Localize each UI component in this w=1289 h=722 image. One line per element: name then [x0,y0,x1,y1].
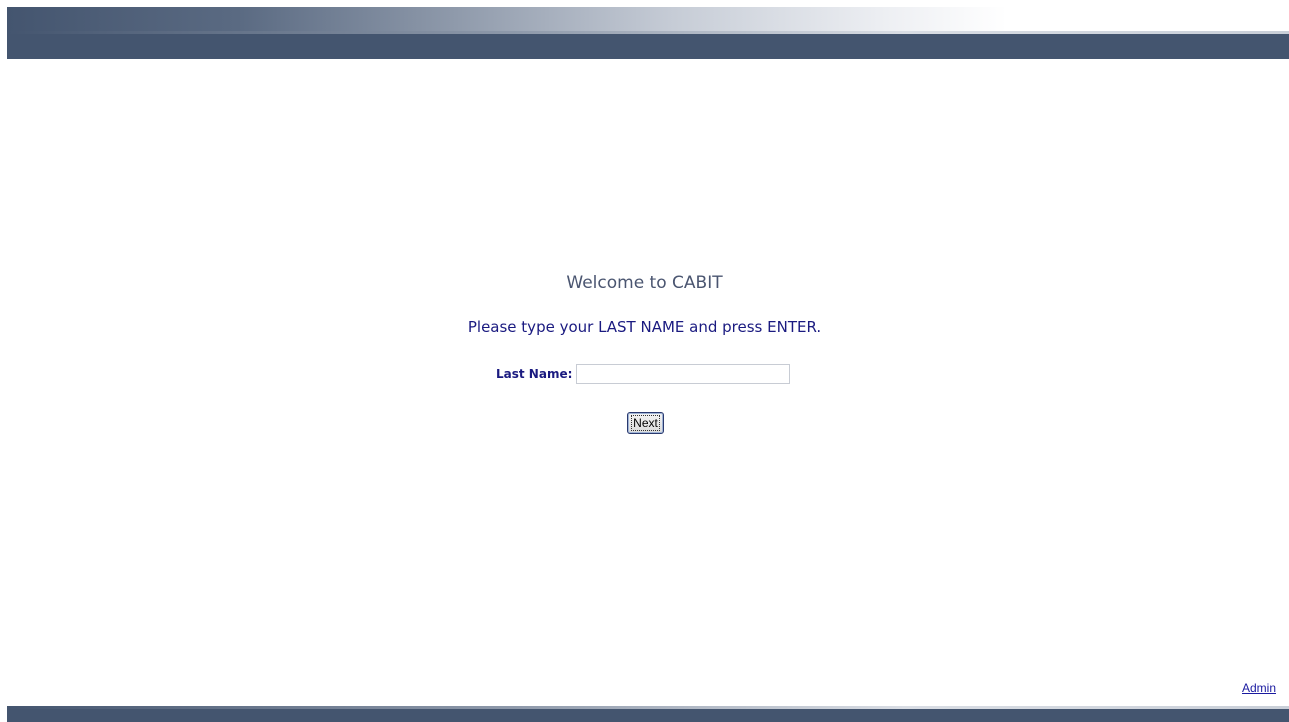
next-button[interactable]: Next [627,412,664,434]
page: Welcome to CABIT Please type your LAST N… [0,0,1289,722]
header-gradient [7,7,1289,31]
admin-link[interactable]: Admin [1242,681,1276,695]
next-button-label: Next [631,415,660,431]
header-bar [7,34,1289,59]
last-name-row: Last Name: [496,363,791,385]
instruction-text: Please type your LAST NAME and press ENT… [467,318,822,336]
last-name-input[interactable] [576,364,791,384]
header-banner [7,7,1289,59]
footer-bar [7,709,1289,722]
last-name-label: Last Name: [496,367,573,381]
welcome-title: Welcome to CABIT [566,273,723,293]
footer-banner [7,706,1289,722]
